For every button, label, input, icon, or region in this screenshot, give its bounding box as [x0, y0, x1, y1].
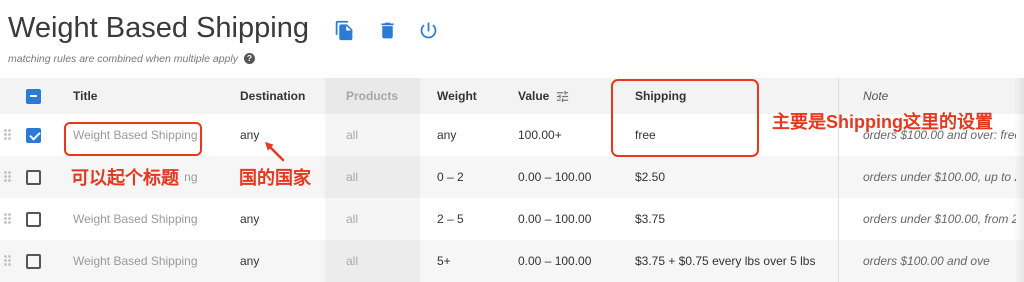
annotation-label-shipping: 主要是Shipping这里的设置 — [772, 112, 993, 132]
cell-products: all — [325, 198, 420, 240]
row-checkbox[interactable] — [26, 211, 41, 227]
cell-value[interactable]: 100.00+ — [518, 114, 628, 156]
app: Weight Based Shipping matching rules are… — [0, 0, 1024, 282]
column-header-title: Title — [73, 89, 98, 103]
cell-shipping[interactable]: $3.75 + $0.75 every lbs over 5 lbs — [635, 240, 830, 282]
cell-title[interactable]: Weight Based Shipping — [73, 240, 233, 282]
table-header: Title Destination Products Weight Value … — [0, 78, 1024, 114]
cell-value[interactable]: 0.00 – 100.00 — [518, 198, 628, 240]
drag-handle-icon[interactable] — [4, 255, 12, 267]
column-header-destination: Destination — [240, 89, 306, 103]
duplicate-button[interactable] — [334, 20, 355, 41]
column-header-weight: Weight — [437, 89, 477, 103]
cell-destination[interactable]: any — [240, 114, 320, 156]
row-checkbox[interactable] — [26, 169, 41, 185]
table-row[interactable]: Weight Based Shipping any all 5+ 0.00 – … — [0, 240, 1024, 282]
cell-title[interactable]: Weight Based Shipping — [73, 198, 233, 240]
cell-note[interactable]: orders $100.00 and ove — [863, 240, 1016, 282]
delete-button[interactable] — [377, 20, 398, 41]
page-title: Weight Based Shipping — [8, 12, 309, 44]
trash-icon — [381, 22, 394, 39]
note-column-divider — [838, 78, 839, 282]
cell-weight[interactable]: 5+ — [437, 240, 512, 282]
cell-destination[interactable]: any — [240, 198, 320, 240]
duplicate-icon — [335, 20, 353, 41]
cell-value[interactable]: 0.00 – 100.00 — [518, 240, 628, 282]
select-all-checkbox[interactable] — [26, 88, 41, 104]
row-checkbox[interactable] — [26, 127, 41, 143]
cell-products: all — [325, 156, 420, 198]
subtitle: matching rules are combined when multipl… — [8, 53, 255, 67]
subtitle-text: matching rules are combined when multipl… — [8, 53, 238, 65]
drag-handle-icon[interactable] — [4, 129, 12, 141]
cell-weight[interactable]: 0 – 2 — [437, 156, 512, 198]
cell-products: all — [325, 240, 420, 282]
column-header-shipping: Shipping — [635, 89, 687, 103]
cell-note[interactable]: orders under $100.00, up to 2 — [863, 156, 1016, 198]
cell-note[interactable]: orders under $100.00, from 2 — [863, 198, 1016, 240]
power-icon — [420, 22, 437, 39]
cell-weight[interactable]: any — [437, 114, 512, 156]
drag-handle-icon[interactable] — [4, 213, 12, 225]
cell-products: all — [325, 114, 420, 156]
cell-title[interactable]: Weight Based Shipping — [73, 114, 233, 156]
cell-shipping[interactable]: $3.75 — [635, 198, 830, 240]
toggle-enabled-button[interactable] — [418, 20, 439, 41]
annotation-label-destination: 国的国家 — [239, 167, 313, 189]
cell-destination[interactable]: any — [240, 240, 320, 282]
scroll-edge-shadow — [1014, 78, 1024, 282]
cell-value[interactable]: 0.00 – 100.00 — [518, 156, 628, 198]
annotation-label-title: 可以起个标题 — [71, 167, 185, 189]
tune-icon[interactable] — [555, 89, 570, 104]
cell-shipping[interactable]: $2.50 — [635, 156, 830, 198]
drag-handle-icon[interactable] — [4, 171, 12, 183]
column-header-value: Value — [518, 89, 550, 103]
column-header-products: Products — [325, 78, 420, 114]
column-header-note: Note — [863, 89, 889, 103]
row-checkbox[interactable] — [26, 253, 41, 269]
table-row[interactable]: Weight Based Shipping any all 2 – 5 0.00… — [0, 198, 1024, 240]
cell-weight[interactable]: 2 – 5 — [437, 198, 512, 240]
help-circle-icon[interactable] — [243, 53, 255, 64]
